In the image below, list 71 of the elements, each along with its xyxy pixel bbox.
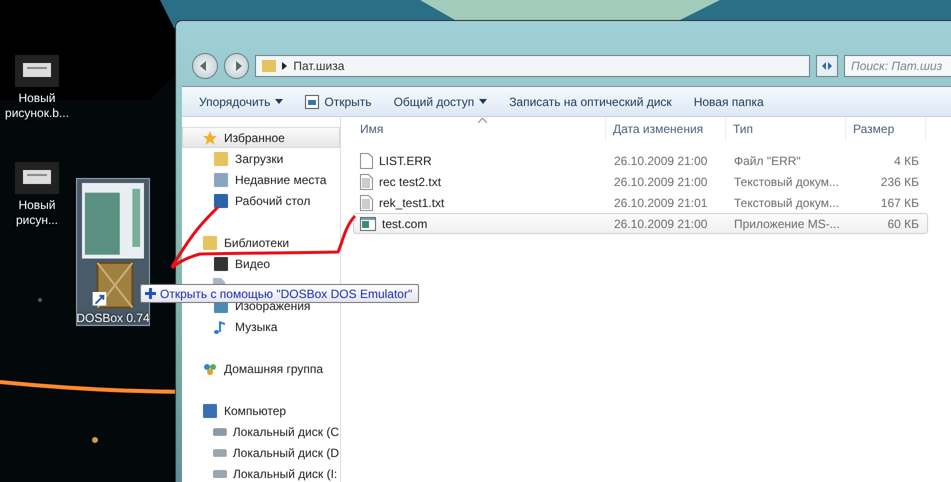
star-icon <box>202 130 218 146</box>
date-cell-text: 26.10.2009 21:00 <box>613 154 708 168</box>
type-cell-text: Текстовый докум... <box>733 196 840 210</box>
tooltip-text: Открыть с помощью "DOSBox DOS Emulator" <box>160 286 412 300</box>
address-field[interactable]: Пат.шиза <box>255 55 810 77</box>
nav-item[interactable]: Локальный диск (D <box>182 442 340 463</box>
column-header[interactable]: Имя <box>353 117 606 141</box>
nav-item[interactable]: Локальный диск (I: <box>182 463 340 482</box>
program-icon <box>91 260 135 309</box>
text-file-icon <box>360 174 373 190</box>
nav-item[interactable]: Компьютер <box>182 400 340 421</box>
dropdown-icon <box>275 99 284 104</box>
nav-item[interactable]: Музыка <box>182 316 340 337</box>
file-row[interactable]: test.com 26.10.2009 21:00 Приложение MS-... 60 КБ <box>353 213 928 234</box>
nav-item[interactable]: Домашняя группа <box>182 358 340 379</box>
refresh-button[interactable] <box>816 55 838 77</box>
file-name: rec test2.txt <box>379 174 442 188</box>
nav-item[interactable]: Недавние места <box>182 169 340 190</box>
size-cell-text: 236 КБ <box>880 174 920 188</box>
type-cell-text: Приложение MS-... <box>733 216 841 230</box>
search-field[interactable]: Поиск: Пат.шиз <box>844 55 951 77</box>
file-name: test.com <box>382 216 428 230</box>
back-button[interactable] <box>192 53 218 79</box>
size-cell-text: 60 КБ <box>886 216 920 230</box>
nav-item[interactable]: Библиотеки <box>182 232 340 253</box>
file-icon <box>360 152 373 168</box>
image-file-icon[interactable] <box>15 162 59 194</box>
image-file-icon[interactable] <box>15 55 59 87</box>
date-cell-text: 26.10.2009 21:01 <box>613 196 708 210</box>
application-icon <box>360 216 376 230</box>
program-label: DOSBox 0.74 <box>76 311 150 325</box>
file-row[interactable]: rec test2.txt 26.10.2009 21:00 Текстовый докум... 236 КБ <box>353 171 928 192</box>
column-header[interactable]: Тип <box>726 117 846 141</box>
window-icon <box>305 94 320 108</box>
forward-button[interactable] <box>224 53 250 79</box>
nav-item[interactable]: Локальный диск (C <box>182 421 340 442</box>
toolbar-button[interactable]: Открыть <box>296 90 381 112</box>
date-cell-text: 26.10.2009 21:00 <box>613 216 708 230</box>
date-cell-text: 26.10.2009 21:00 <box>613 174 708 188</box>
text-file-icon <box>360 194 373 210</box>
file-row[interactable]: rek_test1.txt 26.10.2009 21:01 Текстовый докум... 167 КБ <box>353 192 928 213</box>
toolbar-button[interactable]: Общий доступ <box>384 90 496 112</box>
file-name: rek_test1.txt <box>379 196 444 210</box>
toolbar-button[interactable]: Новая папка <box>684 90 773 112</box>
type-cell-text: Файл "ERR" <box>733 154 802 168</box>
file-name: LIST.ERR <box>379 154 432 168</box>
drive-icon <box>213 448 227 456</box>
chevron-icon <box>282 62 288 70</box>
column-header[interactable]: Дата изменения <box>606 117 726 141</box>
window-thumbnail-icon <box>81 183 145 259</box>
refresh-icon <box>820 60 834 72</box>
plus-icon <box>145 288 156 299</box>
dropdown-icon <box>479 99 488 104</box>
folder-icon <box>202 234 218 250</box>
size-cell-text: 4 КБ <box>893 154 920 168</box>
column-header[interactable]: Размер <box>846 117 926 141</box>
folder-icon <box>213 150 229 166</box>
nav-item[interactable]: Загрузки <box>182 148 340 169</box>
toolbar-button[interactable]: Записать на оптический диск <box>500 90 681 112</box>
nav-item[interactable]: Избранное <box>182 127 340 148</box>
file-label[interactable]: Новый рисун... <box>8 198 66 228</box>
nav-item[interactable]: Рабочий стол <box>182 190 340 211</box>
file-row[interactable]: LIST.ERR 26.10.2009 21:00 Файл "ERR" 4 КБ <box>353 150 928 171</box>
type-cell-text: Текстовый докум... <box>733 174 840 188</box>
toolbar-button[interactable]: Упорядочить <box>190 90 292 112</box>
file-label[interactable]: Новый рисунок.b... <box>5 91 69 121</box>
folder-icon <box>262 60 276 72</box>
size-cell-text: 167 КБ <box>880 196 920 210</box>
nav-item[interactable]: Видео <box>182 253 340 274</box>
drive-icon <box>213 470 227 478</box>
drive-icon <box>213 428 227 436</box>
